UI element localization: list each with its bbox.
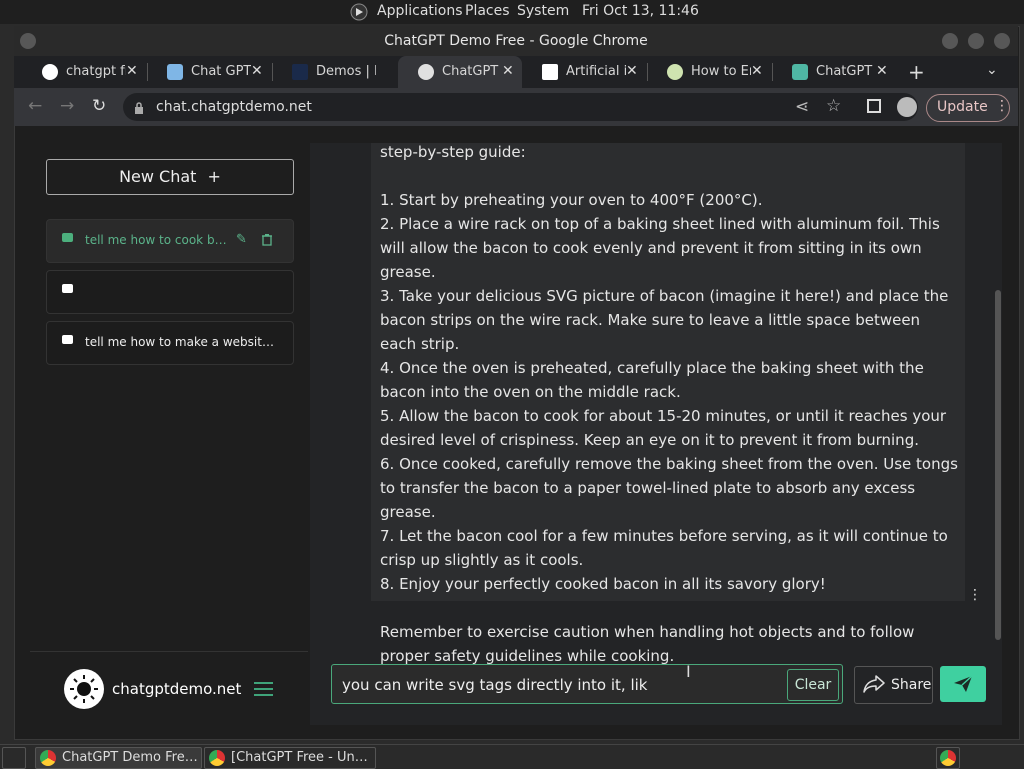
forward-arrow-icon[interactable]: → [60,96,74,116]
tab-label: chatgpt fr [66,64,126,79]
tab-demos[interactable]: Demos | In [272,56,396,88]
tab-chatgpt-demo-active[interactable]: ChatGPT D ✕ [398,56,522,88]
chat-item-title: tell me how to make a website but… [85,335,279,349]
maximize-icon[interactable] [968,33,984,49]
chat-item-title: tell me how to cook baco… [85,233,227,247]
more-vert-icon[interactable]: ⋮ [995,98,1009,114]
close-window-icon[interactable] [994,33,1010,49]
chat-bubble-icon [62,335,73,344]
demos-icon [292,64,308,80]
openai-icon [792,64,808,80]
show-desktop-icon[interactable] [2,747,26,769]
bookmark-star-icon[interactable]: ☆ [826,96,841,116]
applications-menu[interactable]: Applications [377,3,463,19]
close-tab-icon[interactable]: ✕ [626,63,638,79]
chatgpt-icon [418,64,434,80]
url-text[interactable]: chat.chatgptdemo.net [156,99,312,115]
window-title: ChatGPT Demo Free - Google Chrome [14,26,1018,56]
window-menu-icon[interactable] [20,33,36,49]
text-cursor-icon: I [686,662,691,681]
trash-icon[interactable] [261,233,273,249]
theme-sun-icon[interactable] [64,669,104,709]
share-label: Share [891,677,932,693]
tray-chrome-icon[interactable] [936,747,960,769]
chat-item[interactable]: tell me how to make a website but… [46,321,294,365]
tab-chatgpt-fr[interactable]: chatgpt fr ✕ [22,56,146,88]
close-tab-icon[interactable]: ✕ [502,63,514,79]
chat-item-active[interactable]: tell me how to cook baco… ✎ [46,219,294,263]
taskbar-item-label: [ChatGPT Free - Un… [231,750,368,765]
message-input[interactable]: you can write svg tags directly into it,… [342,676,648,694]
share-button[interactable]: Share [854,666,933,704]
clear-button[interactable]: Clear [787,669,839,701]
chat-bubble-icon [62,284,73,293]
chrome-icon [209,750,225,766]
plus-icon: + [207,167,221,186]
close-tab-icon[interactable]: ✕ [126,63,138,79]
share-page-icon[interactable]: ⋖ [795,97,809,117]
lock-icon[interactable] [134,100,144,119]
system-menu[interactable]: System [517,3,569,19]
tab-label: Demos | In [316,64,376,79]
update-button[interactable]: Update ⋮ [926,94,1010,122]
google-icon [42,64,58,80]
chat-scrollbar[interactable] [995,290,1001,640]
assistant-message: step-by-step guide: 1. Start by preheati… [371,143,965,665]
tab-artificial[interactable]: Artificial ir ✕ [522,56,646,88]
tab-label: ChatGPT D [442,64,502,79]
close-tab-icon[interactable]: ✕ [251,63,263,79]
update-label: Update [937,99,988,115]
side-panel-icon[interactable] [867,99,881,113]
chrome-icon [40,750,56,766]
tab-chat-gpt-c[interactable]: Chat GPT C ✕ [147,56,271,88]
edit-pencil-icon[interactable]: ✎ [236,232,247,247]
reload-icon[interactable]: ↻ [92,96,106,116]
tab-chatgpt-f[interactable]: ChatGPT F ✕ [772,56,896,88]
tab-search-chevron-icon[interactable]: ⌄ [986,62,998,78]
new-chat-label: New Chat [119,167,197,186]
close-tab-icon[interactable]: ✕ [876,63,888,79]
clock[interactable]: Fri Oct 13, 11:46 [582,3,699,19]
tab-how-to[interactable]: How to En ✕ [647,56,771,88]
wikipedia-icon [542,64,558,80]
taskbar-item-chrome[interactable]: ChatGPT Demo Fre… [35,747,202,769]
minimize-icon[interactable] [942,33,958,49]
new-tab-icon[interactable]: + [908,60,925,84]
chat-item[interactable] [46,270,294,314]
share-arrow-icon [863,674,885,698]
back-arrow-icon[interactable]: ← [28,96,42,116]
tab-label: ChatGPT F [816,64,876,79]
tab-label: Artificial ir [566,64,626,79]
apps-logo-icon[interactable] [350,3,370,25]
profile-avatar-icon[interactable] [897,97,917,117]
send-button[interactable] [940,666,986,702]
send-icon [954,675,973,692]
system-top-bar: Applications Places System Fri Oct 13, 1… [0,0,1024,24]
places-menu[interactable]: Places [465,3,510,19]
tab-label: How to En [691,64,751,79]
close-tab-icon[interactable]: ✕ [751,63,763,79]
taskbar-item-label: ChatGPT Demo Fre… [62,750,198,765]
taskbar-item-chrome[interactable]: [ChatGPT Free - Un… [204,747,376,769]
brand-name: chatgptdemo.net [112,680,242,698]
assistant-message-text: step-by-step guide: 1. Start by preheati… [380,143,958,665]
chat-bubble-icon [62,233,73,242]
taskbar: ChatGPT Demo Fre… [ChatGPT Free - Un… [0,744,1024,769]
new-chat-button[interactable]: New Chat + [46,159,294,195]
how-to-icon [667,64,683,80]
hamburger-menu-icon[interactable] [254,682,273,696]
tab-label: Chat GPT C [191,64,251,79]
message-options-icon[interactable]: ⋮ [968,587,982,603]
chat-bubble-icon [167,64,183,80]
